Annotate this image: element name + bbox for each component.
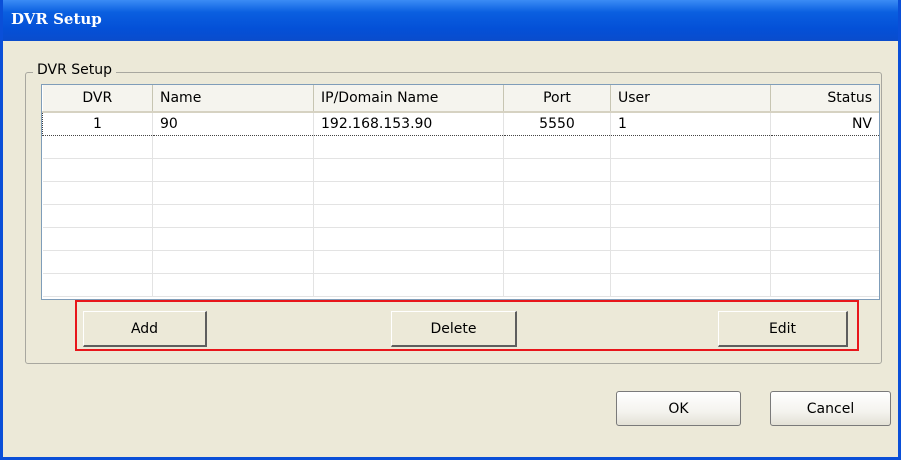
empty-row: [42, 204, 879, 228]
dvr-setup-window: DVR Setup DVR Setup DVR Name IP/Domain N…: [0, 0, 901, 460]
edit-button[interactable]: Edit: [718, 311, 848, 347]
column-header-dvr[interactable]: DVR: [42, 85, 153, 113]
cell-ip: 192.168.153.90: [313, 111, 504, 136]
cell-user: 1: [610, 111, 771, 136]
cell-dvr: 1: [42, 111, 153, 136]
ok-button[interactable]: OK: [616, 391, 741, 426]
table-header-row: DVR Name IP/Domain Name Port User Status: [42, 85, 879, 113]
empty-row: [42, 158, 879, 182]
column-header-name[interactable]: Name: [152, 85, 314, 113]
empty-row: [42, 273, 879, 297]
group-label: DVR Setup: [33, 62, 117, 78]
column-header-port[interactable]: Port: [503, 85, 611, 113]
delete-button[interactable]: Delete: [391, 311, 517, 347]
cell-name: 90: [152, 111, 314, 136]
empty-row: [42, 227, 879, 251]
column-header-user[interactable]: User: [610, 85, 771, 113]
empty-row: [42, 135, 879, 159]
empty-row: [42, 181, 879, 205]
dvr-list[interactable]: DVR Name IP/Domain Name Port User Status…: [41, 84, 880, 300]
empty-row: [42, 250, 879, 274]
table-row[interactable]: 1 90 192.168.153.90 5550 1 NV: [42, 111, 879, 136]
cell-status: NV: [770, 111, 879, 136]
add-button[interactable]: Add: [83, 311, 207, 347]
column-header-ip[interactable]: IP/Domain Name: [313, 85, 504, 113]
column-header-status[interactable]: Status: [770, 85, 879, 113]
cancel-button[interactable]: Cancel: [770, 391, 891, 426]
dvr-table: DVR Name IP/Domain Name Port User Status…: [42, 85, 879, 297]
title-bar[interactable]: DVR Setup: [3, 0, 898, 41]
cell-port: 5550: [503, 111, 611, 136]
window-title: DVR Setup: [11, 10, 102, 28]
